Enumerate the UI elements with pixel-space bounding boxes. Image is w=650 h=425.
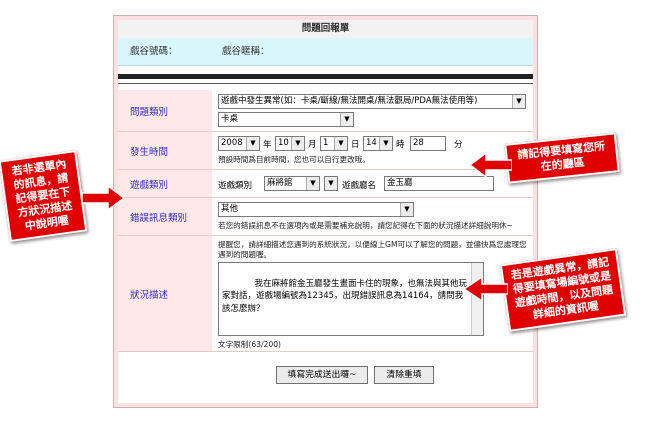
arrow-right-icon [82, 185, 126, 211]
game-category-select[interactable]: 麻將館 ▼ [264, 176, 320, 191]
month-select[interactable]: 10 ▼ [275, 136, 305, 151]
chevron-down-icon: ▼ [340, 113, 353, 126]
problem-subtype-select[interactable]: 卡桌 ▼ [218, 112, 354, 127]
game-hall-select[interactable]: ▼ [324, 176, 338, 191]
problem-type-select[interactable]: 遊戲中發生異常(如：卡桌/斷線/無法開桌/無法觀局/PDA無法使用等) ▼ [218, 94, 526, 109]
row-problem-type: 問題類別 遊戲中發生異常(如：卡桌/斷線/無法開桌/無法觀局/PDA無法使用等)… [118, 90, 533, 132]
label-error-type: 錯誤訊息類別 [118, 198, 212, 235]
account-info-bar: 戲谷號碼： 戲谷暱稱： [118, 38, 533, 66]
hour-select[interactable]: 14 ▼ [363, 136, 393, 151]
hour-unit: 時 [396, 140, 405, 150]
chevron-down-icon: ▼ [512, 95, 525, 108]
label-description: 狀況描述 [118, 236, 212, 351]
label-time: 發生時間 [118, 132, 212, 169]
arrow-left-icon [470, 152, 512, 178]
day-select[interactable]: 1 ▼ [320, 136, 348, 151]
chevron-down-icon: ▼ [246, 137, 259, 150]
game-category-label: 遊戲類別 [218, 181, 253, 191]
year-select[interactable]: 2008 ▼ [218, 136, 260, 151]
chevron-down-icon: ▼ [334, 137, 347, 150]
submit-button[interactable]: 填寫完成送出囉~ [276, 366, 368, 384]
label-problem-type: 問題類別 [118, 90, 212, 131]
text-limit: 文字限制(63/200) [218, 340, 282, 349]
chevron-down-icon: ▼ [400, 203, 413, 216]
minute-unit: 分 [454, 140, 463, 150]
callout-left: 若非選單內的訊息，請記得要在下方狀況描述中說明喔 [0, 149, 88, 243]
chevron-down-icon: ▼ [325, 177, 337, 190]
reset-button[interactable]: 清除重填 [374, 366, 434, 384]
divider-thick [118, 74, 533, 79]
divider-thin [118, 83, 533, 84]
arrow-left-icon [464, 276, 508, 302]
time-note: 預設時間爲目前時間，您也可以自行更改哦。 [218, 155, 370, 164]
description-textarea[interactable]: 我在麻將館金玉廳發生畫面卡住的現象，也無法與其他玩家對話，遊戲場編號為12345… [218, 262, 484, 336]
report-form: 問題回報單 戲谷號碼： 戲谷暱稱： 問題類別 遊戲中發生異常(如：卡桌/斷線/無… [118, 20, 533, 403]
row-error-type: 錯誤訊息類別 其他 ▼ 若您的錯誤訊息不在選項內或是需要補充說明，請您記得在下面… [118, 198, 533, 236]
chevron-down-icon: ▼ [379, 137, 392, 150]
report-form-frame: 問題回報單 戲谷號碼： 戲谷暱稱： 問題類別 遊戲中發生異常(如：卡桌/斷線/無… [113, 15, 538, 408]
game-hall-input[interactable]: 金玉廳 [384, 176, 494, 191]
label-game-type: 遊戲類別 [118, 170, 212, 197]
description-hint: 提醒您，請詳細描述您遇到的系統狀況，以便線上GM可以了解您的問題，並儘快爲您處理… [218, 240, 527, 259]
minute-input[interactable]: 28 [410, 136, 446, 151]
error-type-note: 若您的錯誤訊息不在選項內或是需要補充說明，請您記得在下面的狀況描述詳細說明休~ [218, 221, 513, 230]
form-title: 問題回報單 [118, 20, 533, 38]
year-unit: 年 [263, 140, 272, 150]
month-unit: 月 [308, 140, 317, 150]
game-hall-label: 遊戲廳名 [342, 181, 377, 191]
game-number-label: 戲谷號碼： [130, 46, 178, 57]
error-type-select[interactable]: 其他 ▼ [218, 202, 414, 217]
game-account-label: 戲谷暱稱： [222, 46, 270, 57]
chevron-down-icon: ▼ [306, 177, 319, 190]
chevron-down-icon: ▼ [291, 137, 304, 150]
day-unit: 日 [351, 140, 360, 150]
